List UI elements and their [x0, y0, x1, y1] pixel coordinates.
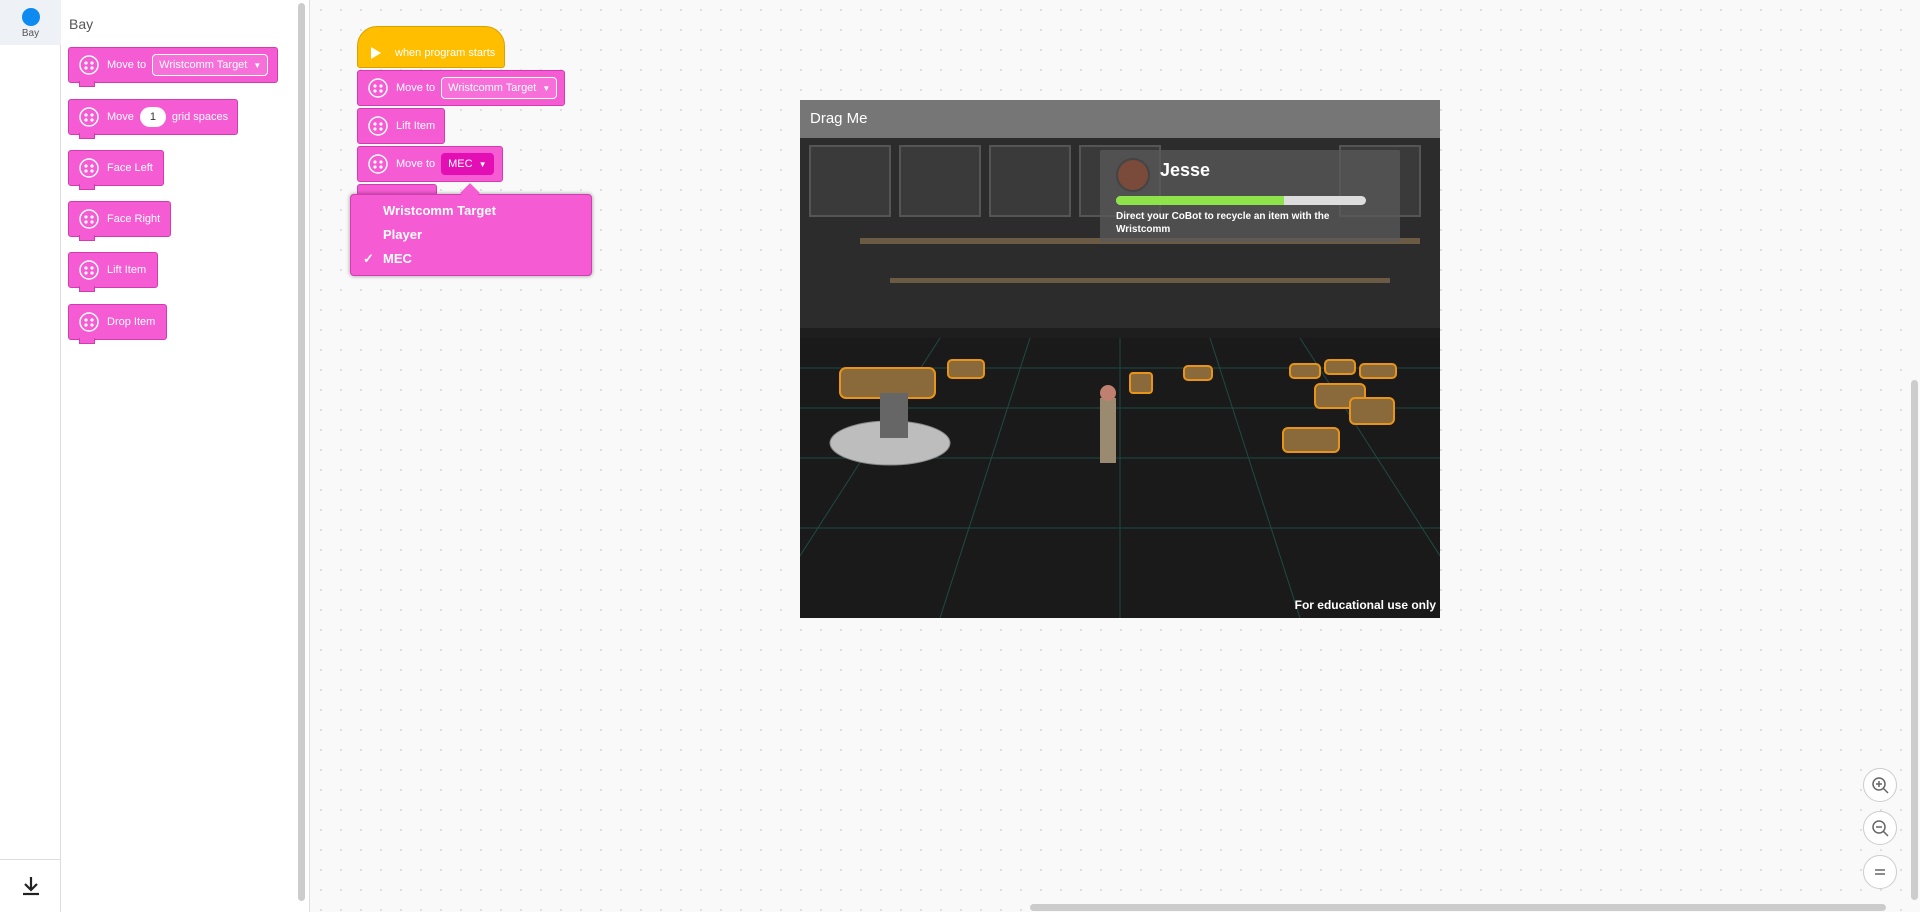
robot-icon	[79, 158, 99, 178]
menu-item-label: MEC	[383, 251, 412, 266]
category-toolbox: Bay	[0, 0, 61, 912]
zoom-in-button[interactable]	[1863, 768, 1897, 802]
block-flyout: Bay Move to Wristcomm Target ▼ Move 1 gri…	[61, 0, 310, 912]
block-connector	[79, 81, 95, 87]
block-label: Lift Item	[107, 264, 147, 276]
chevron-down-icon: ▼	[478, 159, 487, 169]
reset-zoom-button[interactable]	[1863, 855, 1897, 889]
category-bay[interactable]: Bay	[0, 0, 61, 45]
target-dropdown[interactable]: Wristcomm Target ▼	[441, 77, 558, 99]
block-label: Drop Item	[107, 316, 156, 328]
block-connector	[79, 184, 95, 190]
robot-icon	[368, 116, 388, 136]
menu-item-player[interactable]: Player	[383, 227, 422, 242]
flyout-scrollbar[interactable]	[298, 3, 305, 901]
check-icon: ✓	[363, 251, 374, 266]
block-label: Move to	[396, 82, 436, 94]
block-label: Lift Item	[396, 120, 436, 132]
flyout-block-move-to[interactable]: Move to Wristcomm Target ▼	[68, 47, 278, 87]
block-label-suffix: grid spaces	[171, 111, 229, 123]
target-dropdown-open[interactable]: MEC ▼	[441, 153, 494, 175]
robot-icon	[79, 107, 99, 127]
reset-zoom-icon	[1875, 869, 1885, 875]
robot-icon	[368, 154, 388, 174]
flyout-title: Bay	[69, 16, 94, 32]
program-block-move-to-1[interactable]: Move to Wristcomm Target ▼	[357, 70, 565, 106]
game-scene[interactable]: Jesse Direct your CoBot to recycle an it…	[800, 138, 1440, 618]
program-block-lift-item[interactable]: Lift Item	[357, 108, 445, 144]
robot-icon	[368, 78, 388, 98]
flyout-block-lift-item[interactable]: Lift Item	[68, 252, 158, 292]
flyout-block-face-left[interactable]: Face Left	[68, 150, 164, 190]
download-icon	[22, 877, 39, 896]
dropdown-value: MEC	[448, 158, 473, 170]
workspace-vertical-scrollbar[interactable]	[1911, 380, 1918, 900]
game-drag-handle[interactable]: Drag Me	[800, 100, 1440, 138]
category-label: Bay	[21, 28, 40, 39]
when-program-starts-block[interactable]: when program starts	[357, 36, 505, 70]
menu-item-label: Player	[383, 227, 423, 242]
block-label: Move	[107, 111, 134, 123]
menu-item-wristcomm-target[interactable]: Wristcomm Target	[383, 203, 496, 218]
dropdown-value: Wristcomm Target	[159, 59, 248, 71]
mission-instruction: Direct your CoBot to recycle an item wit…	[1116, 211, 1330, 235]
hat-label: when program starts	[395, 47, 496, 59]
export-button[interactable]	[0, 859, 61, 912]
flyout-block-face-right[interactable]: Face Right	[68, 201, 171, 241]
mission-progress-bar	[1116, 196, 1366, 205]
dropdown-menu: Wristcomm Target Player ✓ MEC	[350, 183, 592, 276]
robot-icon	[79, 209, 99, 229]
zoom-out-button[interactable]	[1863, 811, 1897, 845]
menu-item-label: Wristcomm Target	[383, 203, 496, 218]
chevron-down-icon: ▼	[253, 60, 262, 70]
block-label: Move to	[396, 158, 436, 170]
menu-item-mec[interactable]: ✓ MEC	[363, 251, 412, 266]
robot-icon	[79, 312, 99, 332]
play-icon	[371, 47, 381, 59]
hud-character-name: Jesse	[1160, 160, 1211, 180]
block-label: Move to	[107, 59, 147, 71]
flyout-block-drop-item[interactable]: Drop Item	[68, 304, 167, 344]
chevron-down-icon: ▼	[542, 83, 551, 93]
workspace-horizontal-scrollbar[interactable]	[1030, 904, 1886, 911]
grid-spaces-input[interactable]: 1	[139, 107, 166, 127]
educational-notice: For educational use only	[1294, 598, 1436, 612]
block-connector	[79, 286, 95, 292]
robot-icon	[79, 260, 99, 280]
robot-icon	[79, 55, 99, 75]
game-window[interactable]: Drag Me Jesse Direct your CoBot to recyc…	[800, 100, 1440, 618]
block-connector	[79, 235, 95, 241]
progress-fill	[1116, 196, 1284, 205]
block-connector	[79, 133, 95, 139]
mission-hud: Jesse Direct your CoBot to recycle an it…	[1100, 150, 1400, 242]
block-label: Face Left	[107, 162, 153, 174]
block-connector	[79, 338, 95, 344]
avatar	[1116, 158, 1150, 192]
block-label: Face Right	[107, 213, 161, 225]
dropdown-value: Wristcomm Target	[448, 82, 537, 94]
flyout-block-move-grid[interactable]: Move 1 grid spaces	[68, 99, 238, 139]
zoom-in-icon	[1872, 777, 1889, 794]
category-color-dot	[21, 8, 40, 26]
program-block-move-to-2[interactable]: Move to MEC ▼	[357, 146, 503, 182]
zoom-out-icon	[1872, 820, 1889, 837]
target-dropdown[interactable]: Wristcomm Target ▼	[152, 54, 269, 76]
